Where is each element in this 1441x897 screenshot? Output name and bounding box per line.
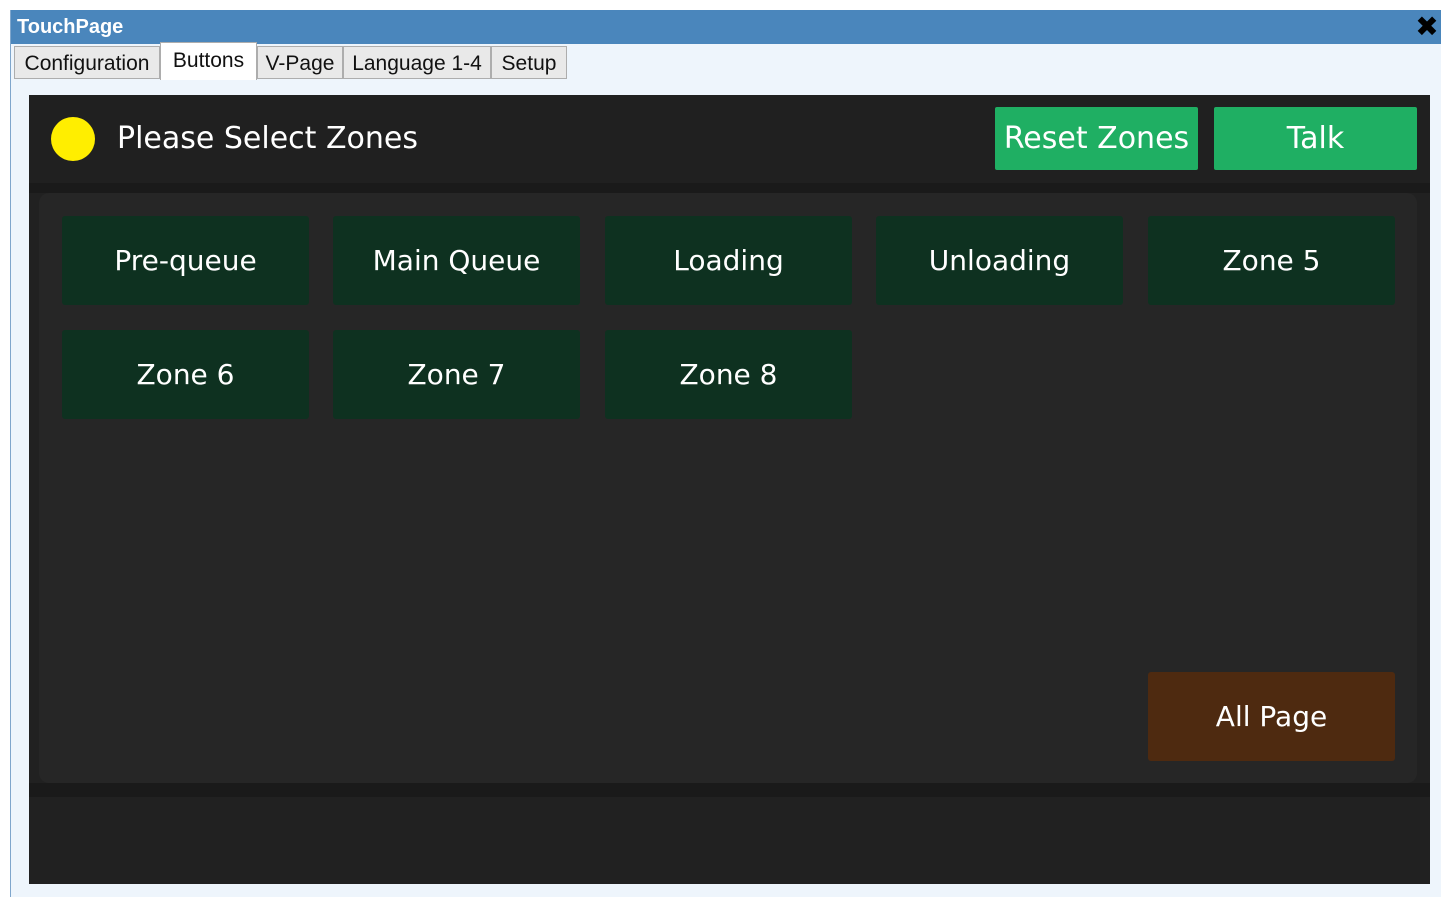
reset-zones-button[interactable]: Reset Zones xyxy=(995,107,1198,170)
zone-button-zone-7[interactable]: Zone 7 xyxy=(333,330,580,419)
talk-button[interactable]: Talk xyxy=(1214,107,1417,170)
all-page-button[interactable]: All Page xyxy=(1148,672,1395,761)
zone-button-zone-8[interactable]: Zone 8 xyxy=(605,330,852,419)
tab-language[interactable]: Language 1-4 xyxy=(343,46,491,79)
touchpage-window: TouchPage ✖ Configuration Buttons V-Page… xyxy=(10,10,1441,897)
window-title: TouchPage xyxy=(17,16,124,38)
footer-divider xyxy=(29,783,1430,797)
status-indicator xyxy=(51,117,95,161)
zone-button-pre-queue[interactable]: Pre-queue xyxy=(62,216,309,305)
tab-buttons[interactable]: Buttons xyxy=(160,42,257,80)
zone-button-zone-5[interactable]: Zone 5 xyxy=(1148,216,1395,305)
footer-area xyxy=(29,797,1430,884)
title-bar[interactable]: TouchPage ✖ xyxy=(11,10,1441,44)
header-bar: Please Select Zones Reset Zones Talk xyxy=(29,95,1430,183)
paging-panel: Please Select Zones Reset Zones Talk Pre… xyxy=(29,95,1430,884)
tab-configuration[interactable]: Configuration xyxy=(14,46,160,79)
tab-v-page[interactable]: V-Page xyxy=(257,46,343,79)
zone-button-unloading[interactable]: Unloading xyxy=(876,216,1123,305)
prompt-text: Please Select Zones xyxy=(117,121,418,156)
close-icon[interactable]: ✖ xyxy=(1412,11,1441,43)
divider xyxy=(29,183,1430,193)
zone-button-main-queue[interactable]: Main Queue xyxy=(333,216,580,305)
tab-setup[interactable]: Setup xyxy=(491,46,567,79)
zone-grid: Pre-queue Main Queue Loading Unloading Z… xyxy=(39,193,1417,783)
zone-button-zone-6[interactable]: Zone 6 xyxy=(62,330,309,419)
zone-button-loading[interactable]: Loading xyxy=(605,216,852,305)
